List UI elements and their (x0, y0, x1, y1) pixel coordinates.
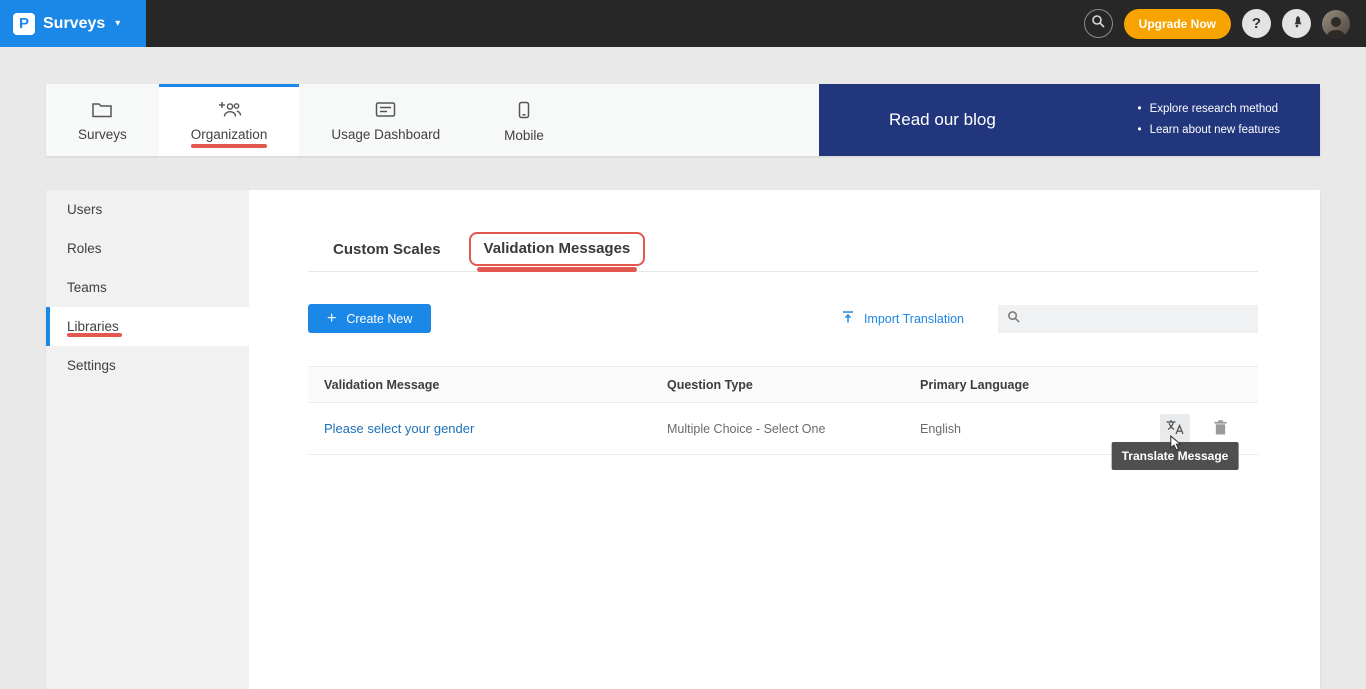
library-tabs: Custom Scales Validation Messages (308, 240, 1258, 272)
column-header-primary-language: Primary Language (920, 378, 1140, 392)
settings-sidebar: Users Roles Teams Libraries Settings (46, 190, 249, 689)
blog-bullet-list: Explore research method Learn about new … (1138, 99, 1280, 141)
blog-promo-panel[interactable]: Read our blog Explore research method Le… (819, 84, 1320, 156)
translate-message-button[interactable]: Translate Message (1160, 414, 1190, 444)
brand-logo-icon: P (13, 13, 35, 35)
search-input[interactable] (1027, 312, 1249, 326)
question-type-cell: Multiple Choice - Select One (667, 422, 920, 436)
sidebar-item-label: Roles (67, 241, 102, 256)
blog-bullet: Explore research method (1138, 99, 1280, 120)
libraries-content: Custom Scales Validation Messages + Crea… (249, 190, 1320, 689)
table-header-row: Validation Message Question Type Primary… (308, 366, 1258, 403)
toolbar-right: Import Translation (841, 305, 1258, 333)
app-name: Surveys (43, 15, 105, 33)
import-icon (841, 310, 855, 327)
annotation-underline-libraries (67, 333, 122, 337)
table-row: Please select your gender Multiple Choic… (308, 403, 1258, 455)
module-tab-label: Surveys (78, 127, 127, 142)
question-mark-icon: ? (1252, 15, 1261, 32)
top-bar: P Surveys ▾ Upgrade Now ? (0, 0, 1366, 47)
sidebar-item-roles[interactable]: Roles (46, 229, 249, 268)
search-icon (1007, 310, 1020, 328)
module-tab-mobile[interactable]: Mobile (472, 84, 576, 156)
cursor-icon (1170, 435, 1183, 455)
folder-icon (91, 101, 113, 121)
module-tab-usage-dashboard[interactable]: Usage Dashboard (299, 84, 472, 156)
create-new-button[interactable]: + Create New (308, 304, 431, 333)
annotation-box-validation-messages: Validation Messages (469, 232, 646, 266)
module-tabs: Surveys Organization (46, 84, 819, 156)
table-toolbar: + Create New Import Translation (308, 304, 1258, 333)
module-nav-row: Surveys Organization (46, 84, 1320, 156)
import-translation-link[interactable]: Import Translation (841, 310, 964, 327)
app-switcher[interactable]: P Surveys ▾ (0, 0, 146, 47)
bell-icon (1289, 13, 1305, 34)
topbar-actions: Upgrade Now ? (1084, 9, 1350, 39)
person-silhouette-icon (1322, 14, 1350, 38)
sidebar-item-users[interactable]: Users (46, 190, 249, 229)
import-translation-label: Import Translation (864, 312, 964, 326)
people-icon (217, 101, 242, 121)
sidebar-item-settings[interactable]: Settings (46, 346, 249, 385)
row-actions: Translate Message (1140, 414, 1258, 444)
module-tab-label: Organization (191, 127, 268, 142)
delete-message-button[interactable] (1205, 414, 1235, 444)
tab-validation-messages[interactable]: Validation Messages (484, 240, 631, 257)
module-tab-label: Mobile (504, 128, 544, 143)
module-tab-surveys[interactable]: Surveys (46, 84, 159, 156)
user-avatar[interactable] (1322, 10, 1350, 38)
search-icon (1091, 14, 1105, 33)
column-header-question-type: Question Type (667, 378, 920, 392)
sidebar-item-label: Libraries (67, 319, 119, 334)
tab-custom-scales[interactable]: Custom Scales (333, 241, 441, 258)
blog-bullet: Learn about new features (1138, 120, 1280, 141)
sidebar-item-teams[interactable]: Teams (46, 268, 249, 307)
trash-icon (1213, 419, 1228, 439)
notifications-button[interactable] (1282, 9, 1311, 38)
validation-message-link[interactable]: Please select your gender (324, 421, 474, 436)
sidebar-item-label: Users (67, 202, 102, 217)
sidebar-item-label: Teams (67, 280, 107, 295)
help-button[interactable]: ? (1242, 9, 1271, 38)
chevron-down-icon: ▾ (115, 18, 120, 29)
column-header-validation-message: Validation Message (324, 378, 667, 392)
sidebar-item-libraries[interactable]: Libraries (46, 307, 249, 346)
annotation-underline-validation-messages (477, 267, 638, 272)
dashboard-icon (375, 101, 396, 121)
main-panel: Users Roles Teams Libraries Settings Cus… (46, 190, 1320, 689)
upgrade-now-button[interactable]: Upgrade Now (1124, 9, 1231, 39)
primary-language-cell: English (920, 422, 1140, 436)
blog-panel-title: Read our blog (889, 110, 996, 130)
mobile-icon (518, 101, 530, 122)
table-search (998, 305, 1258, 333)
global-search-button[interactable] (1084, 9, 1113, 38)
validation-messages-table: Validation Message Question Type Primary… (308, 366, 1258, 455)
tooltip-wrap: Translate Message (1112, 448, 1239, 463)
annotation-underline-organization (191, 144, 267, 148)
sidebar-item-label: Settings (67, 358, 116, 373)
module-tab-label: Usage Dashboard (331, 127, 440, 142)
create-new-label: Create New (346, 312, 412, 326)
module-tab-organization[interactable]: Organization (159, 84, 300, 156)
plus-icon: + (327, 311, 336, 327)
